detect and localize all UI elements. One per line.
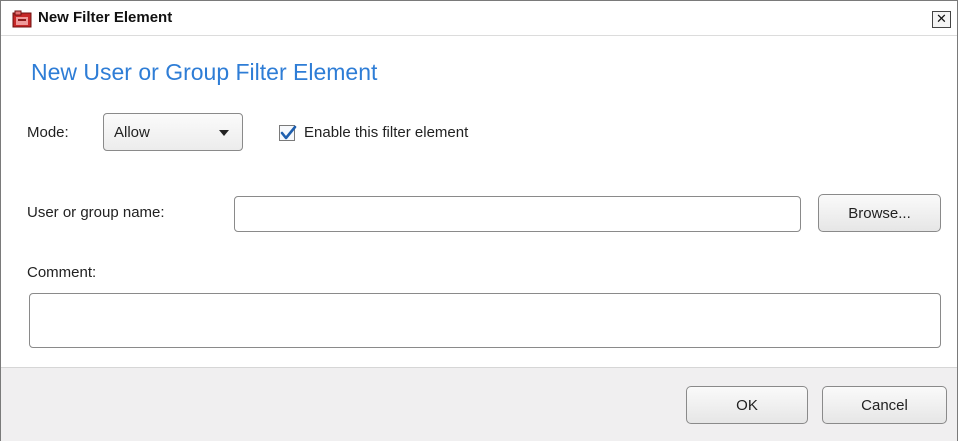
page-title: New User or Group Filter Element	[31, 59, 378, 85]
cancel-button-label: Cancel	[861, 396, 908, 414]
comment-label: Comment:	[27, 264, 97, 281]
close-icon: ✕	[936, 12, 947, 27]
comment-field[interactable]	[29, 293, 941, 348]
mode-label: Mode:	[27, 124, 69, 141]
user-group-label: User or group name:	[27, 204, 165, 221]
dialog-window: New Filter Element ✕ New User or Group F…	[0, 0, 958, 441]
dialog-footer: OK Cancel	[1, 367, 957, 441]
filter-window-icon	[12, 10, 32, 28]
user-group-input[interactable]	[234, 196, 801, 232]
chevron-down-icon	[219, 130, 229, 136]
enable-filter-label[interactable]: Enable this filter element	[304, 124, 468, 141]
check-icon	[280, 125, 297, 140]
ok-button[interactable]: OK	[686, 386, 808, 424]
ok-button-label: OK	[736, 396, 758, 414]
cancel-button[interactable]: Cancel	[822, 386, 947, 424]
mode-selected-value: Allow	[114, 124, 150, 141]
window-title: New Filter Element	[38, 9, 173, 26]
browse-button[interactable]: Browse...	[818, 194, 941, 232]
close-button[interactable]: ✕	[932, 11, 951, 28]
mode-dropdown[interactable]: Allow	[103, 113, 243, 151]
browse-button-label: Browse...	[848, 204, 911, 222]
enable-filter-checkbox[interactable]	[279, 125, 297, 141]
title-bar[interactable]: New Filter Element ✕	[1, 1, 957, 36]
